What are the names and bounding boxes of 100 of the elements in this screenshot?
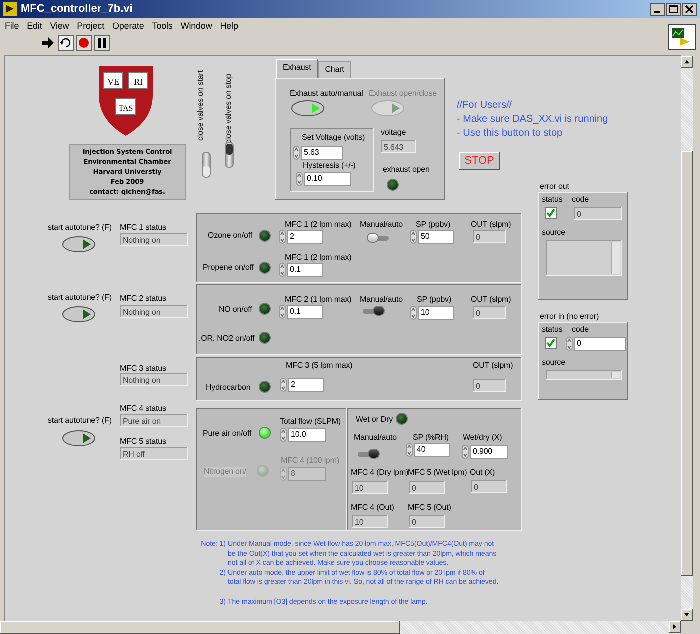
button-label: start autotune? (F)	[48, 223, 112, 233]
led-label: exhaust open	[383, 165, 430, 175]
led-indicator[interactable]	[259, 230, 271, 242]
spinner-icon[interactable]	[406, 443, 413, 457]
cluster-label: error out	[540, 182, 570, 192]
control-label: SP (ppbv)	[416, 220, 451, 230]
control-label: OUT (slpm)	[473, 361, 514, 371]
field-label: source	[542, 358, 566, 368]
indicator-label: MFC 5 status	[120, 437, 166, 447]
boolean-button[interactable]	[62, 236, 96, 253]
code-field[interactable]: 0	[574, 337, 626, 351]
toggle-switch[interactable]	[361, 306, 385, 317]
button-label: Exhaust auto/manual	[290, 89, 364, 99]
scroll-thumb[interactable]	[681, 151, 693, 576]
toggle-switch[interactable]	[367, 233, 391, 244]
scroll-down-button[interactable]	[681, 609, 693, 621]
menu-item[interactable]: Tools	[152, 20, 173, 30]
run-arrow-icon[interactable]	[40, 35, 56, 51]
led-indicator[interactable]	[259, 381, 271, 393]
scroll-up-button[interactable]	[681, 56, 693, 68]
led-indicator[interactable]	[396, 413, 408, 425]
menu-item[interactable]: View	[50, 20, 70, 30]
numeric-indicator: 10	[352, 515, 388, 528]
close-button[interactable]	[682, 2, 697, 16]
scroll-right-button[interactable]	[669, 621, 681, 633]
status-indicator: Nothing on	[120, 233, 188, 246]
numeric-field[interactable]: 10	[418, 306, 454, 320]
abort-icon[interactable]	[76, 35, 92, 51]
control-label: Nitrogen on/	[204, 467, 246, 477]
control-label: MFC 4 (Dry lpm)	[351, 468, 409, 478]
control-label: MFC 2 (1 lpm max)	[285, 295, 352, 305]
indicator-label: voltage	[381, 128, 406, 138]
numeric-field[interactable]: 10.0	[288, 428, 326, 442]
spinner-icon[interactable]	[279, 263, 286, 277]
menu-item[interactable]: Help	[220, 20, 238, 30]
tab[interactable]: Exhaust	[276, 59, 318, 78]
numeric-field[interactable]: 0.1	[287, 305, 323, 319]
spinner-icon[interactable]	[410, 230, 417, 244]
window-title: MFC_controller_7b.vi	[21, 3, 133, 15]
numeric-field[interactable]: 2	[288, 378, 324, 392]
maximize-button[interactable]	[666, 2, 681, 16]
status-checkbox[interactable]	[545, 337, 557, 349]
field-label: code	[572, 325, 589, 335]
scroll-thumb[interactable]	[0, 621, 400, 634]
pause-icon[interactable]	[94, 35, 110, 51]
numeric-indicator: 0	[409, 481, 445, 494]
toggle-switch[interactable]	[356, 449, 380, 460]
minimize-button[interactable]	[650, 2, 665, 16]
control-label: Manual/auto	[360, 295, 403, 305]
numeric-field[interactable]: 0.1	[287, 263, 323, 277]
numeric-field[interactable]: 5.63	[301, 146, 343, 160]
numeric-field[interactable]: 0.10	[304, 172, 351, 186]
indicator-label: MFC 2 status	[120, 294, 166, 304]
menu-item[interactable]: Edit	[27, 20, 42, 30]
control-label: MFC 3 (5 lpm max)	[286, 361, 353, 371]
numeric-field[interactable]: 2	[287, 230, 323, 244]
control-label: MFC 1 (2 lpm max)	[285, 220, 352, 230]
spinner-icon[interactable]	[462, 445, 469, 459]
spinner-icon[interactable]	[410, 306, 417, 320]
spinner-icon[interactable]	[293, 146, 300, 160]
numeric-field[interactable]: 50	[418, 230, 454, 244]
led-indicator[interactable]	[259, 303, 271, 315]
toggle-switch[interactable]	[202, 152, 211, 178]
boolean-button[interactable]	[62, 306, 96, 323]
led-indicator[interactable]	[259, 427, 271, 439]
control-label: Manual/auto	[354, 433, 397, 443]
numeric-field[interactable]: 0.900	[470, 445, 508, 459]
numeric-indicator: 0	[471, 480, 507, 493]
spinner-icon[interactable]	[566, 337, 573, 351]
numeric-indicator: 10	[352, 481, 388, 494]
led-indicator[interactable]	[259, 262, 271, 274]
indicator-label: MFC 1 status	[120, 223, 166, 233]
toggle-switch[interactable]	[225, 142, 234, 168]
status-checkbox[interactable]	[545, 207, 557, 219]
control-label: Out (X)	[470, 468, 496, 478]
menu-item[interactable]: Window	[180, 20, 212, 30]
spinner-icon[interactable]	[279, 305, 286, 319]
menu-item[interactable]: File	[5, 20, 20, 30]
boolean-button[interactable]	[291, 100, 325, 117]
menu-item[interactable]: Operate	[112, 20, 144, 30]
vi-icon	[668, 24, 696, 50]
spinner-icon[interactable]	[280, 378, 287, 392]
menu-item[interactable]: Project	[77, 20, 104, 30]
numeric-indicator: 0	[409, 515, 445, 528]
control-label: .OR. NO2 on/off	[199, 334, 255, 344]
spinner-icon[interactable]	[279, 230, 286, 244]
run-continuously-icon[interactable]	[58, 35, 74, 51]
numeric-indicator: 5.643	[381, 140, 416, 153]
control-label: Ozone on/off	[208, 231, 252, 241]
boolean-button[interactable]	[62, 430, 96, 447]
control-label: MFC 5 (Out)	[408, 503, 452, 513]
tab[interactable]: Chart	[318, 61, 352, 78]
numeric-field[interactable]: 40	[414, 443, 450, 457]
control-label: Wet or Dry	[356, 415, 394, 425]
control-label: SP (%RH)	[413, 433, 449, 443]
control-label: SP (ppbv)	[417, 295, 452, 305]
spinner-icon[interactable]	[296, 172, 303, 186]
led-indicator[interactable]	[259, 332, 271, 344]
spinner-icon[interactable]	[280, 428, 287, 442]
control-label: Set Voltage (volts)	[302, 133, 366, 143]
